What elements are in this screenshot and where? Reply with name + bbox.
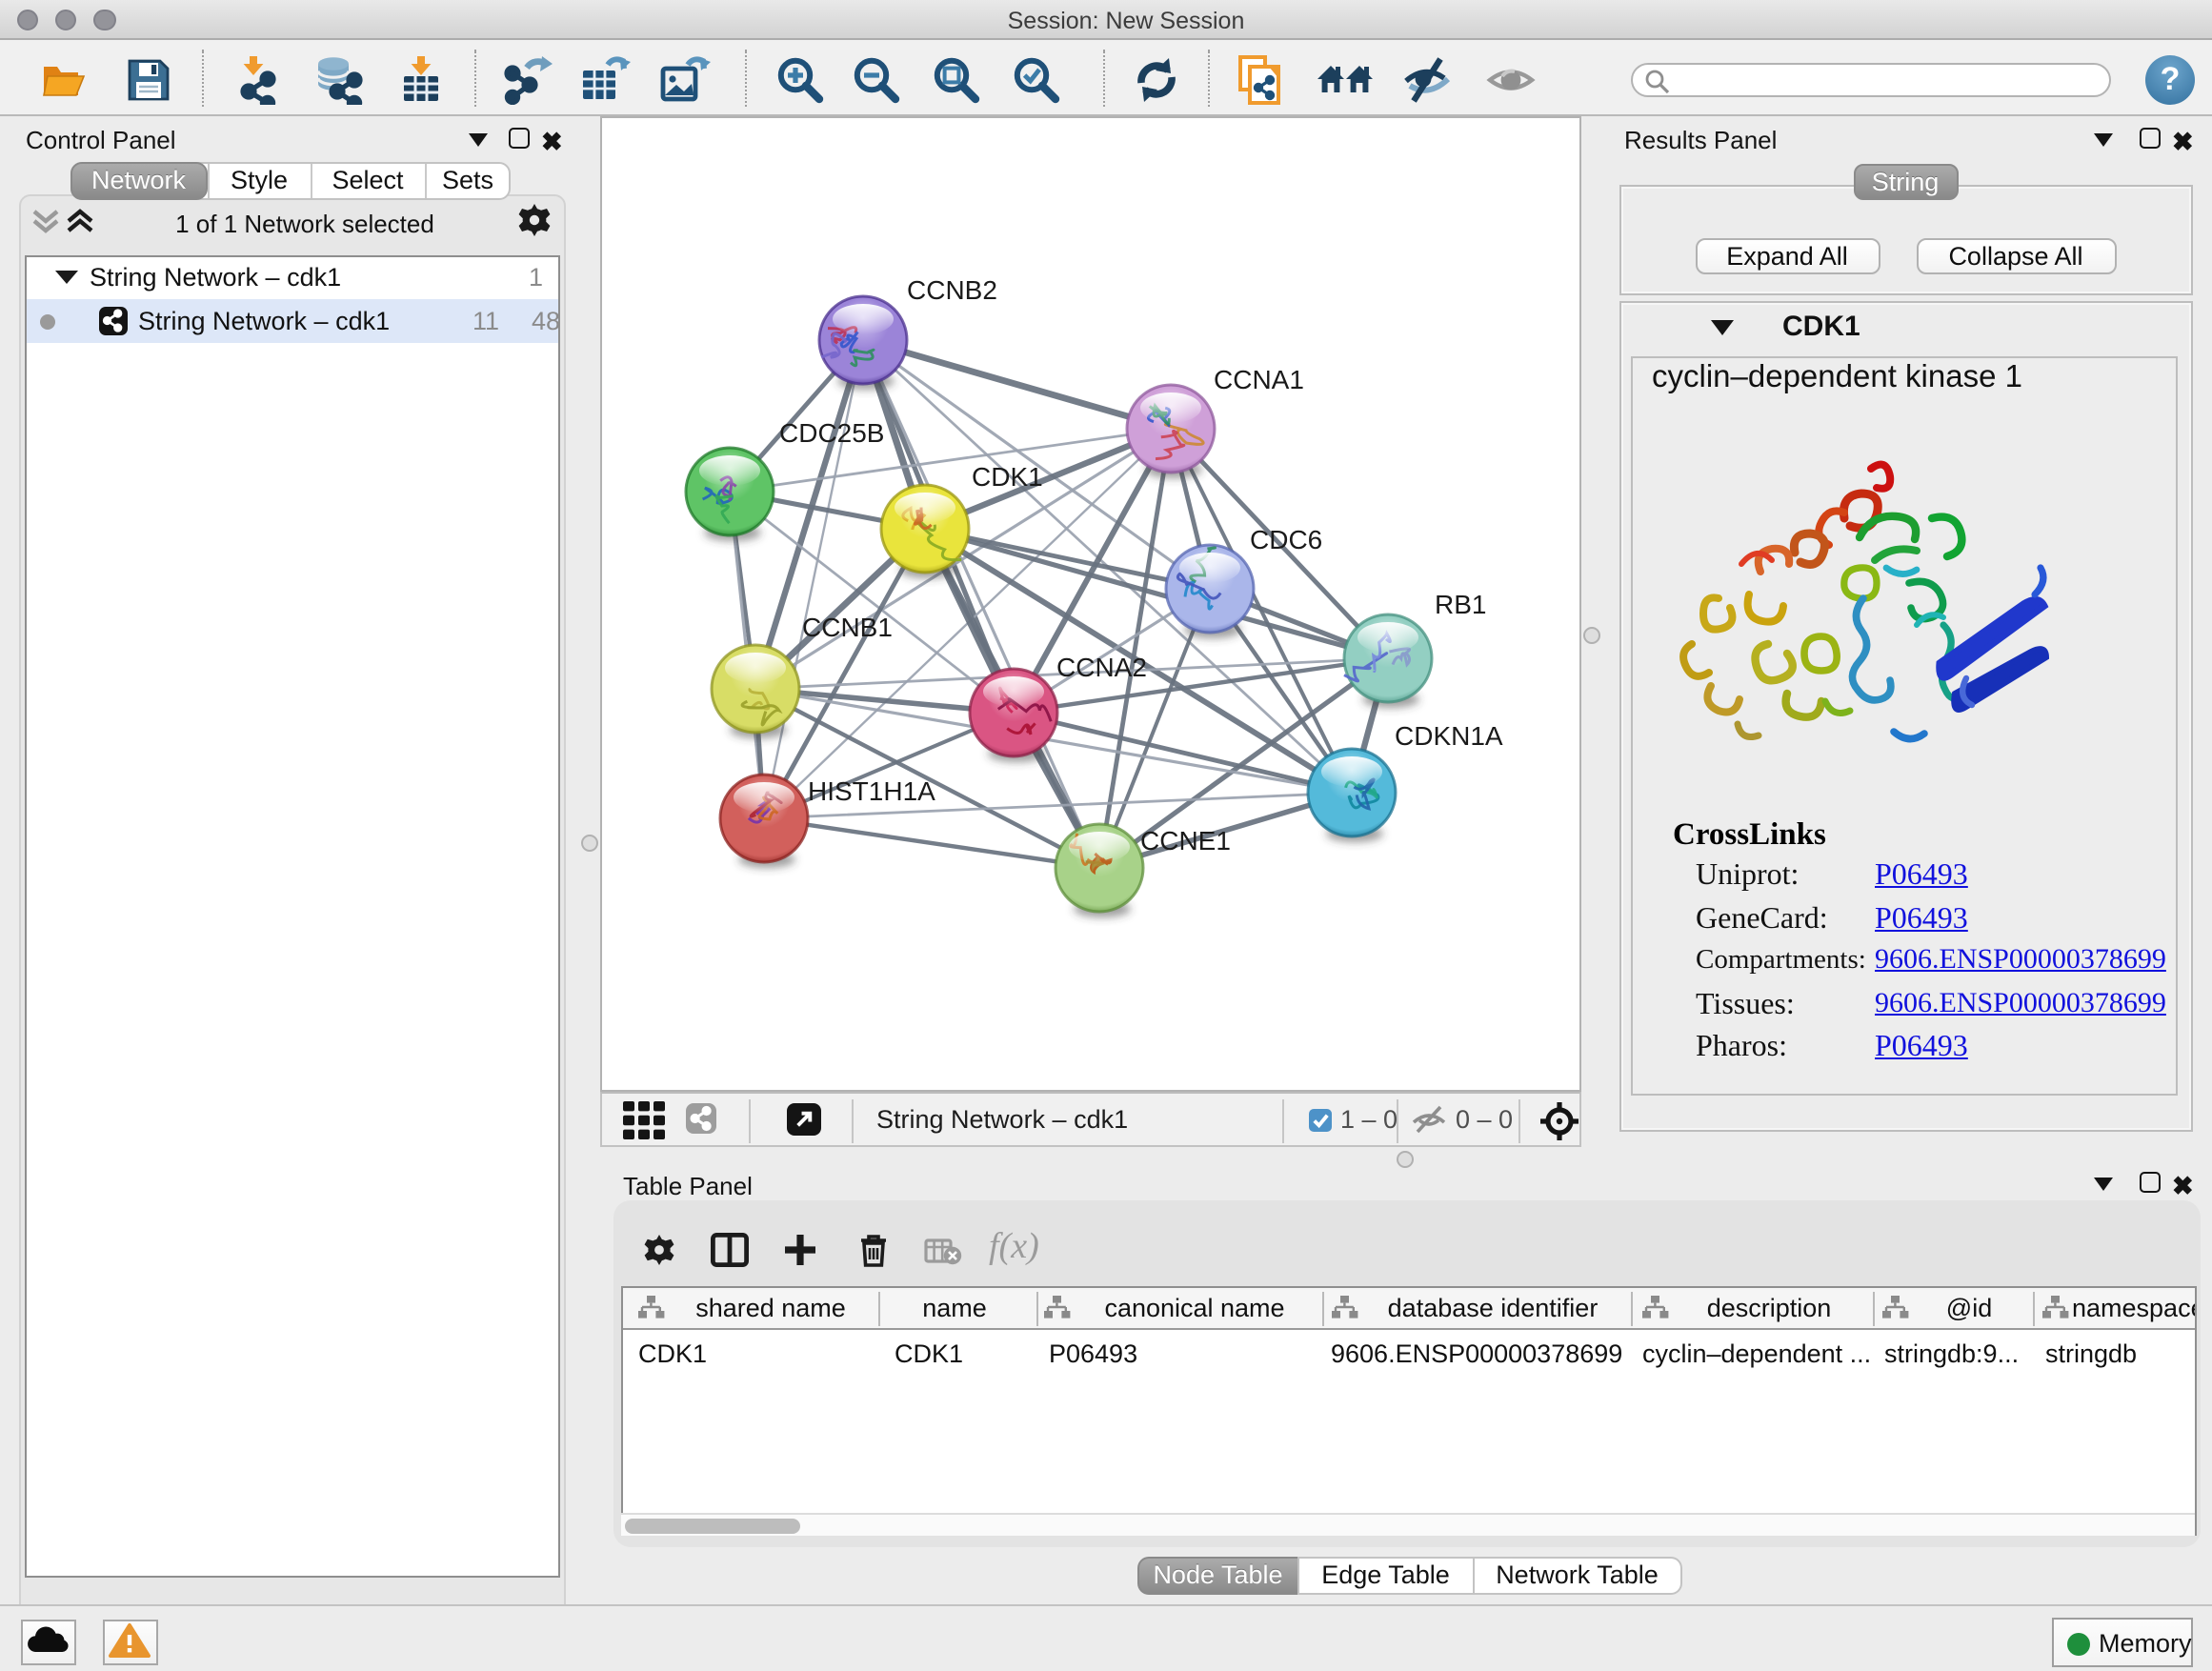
svg-text:CDKN1A: CDKN1A xyxy=(1394,721,1502,751)
svg-text:CDC25B: CDC25B xyxy=(778,418,883,448)
svg-text:HIST1H1A: HIST1H1A xyxy=(807,776,935,806)
svg-text:CCNB1: CCNB1 xyxy=(801,613,892,642)
svg-text:CDK1: CDK1 xyxy=(971,462,1042,492)
svg-text:CCNB2: CCNB2 xyxy=(906,275,996,305)
svg-text:CDC6: CDC6 xyxy=(1249,525,1321,554)
svg-text:RB1: RB1 xyxy=(1434,590,1485,619)
svg-text:CCNA1: CCNA1 xyxy=(1213,365,1303,394)
svg-text:CCNA2: CCNA2 xyxy=(1056,653,1146,682)
svg-text:CCNE1: CCNE1 xyxy=(1139,826,1230,856)
